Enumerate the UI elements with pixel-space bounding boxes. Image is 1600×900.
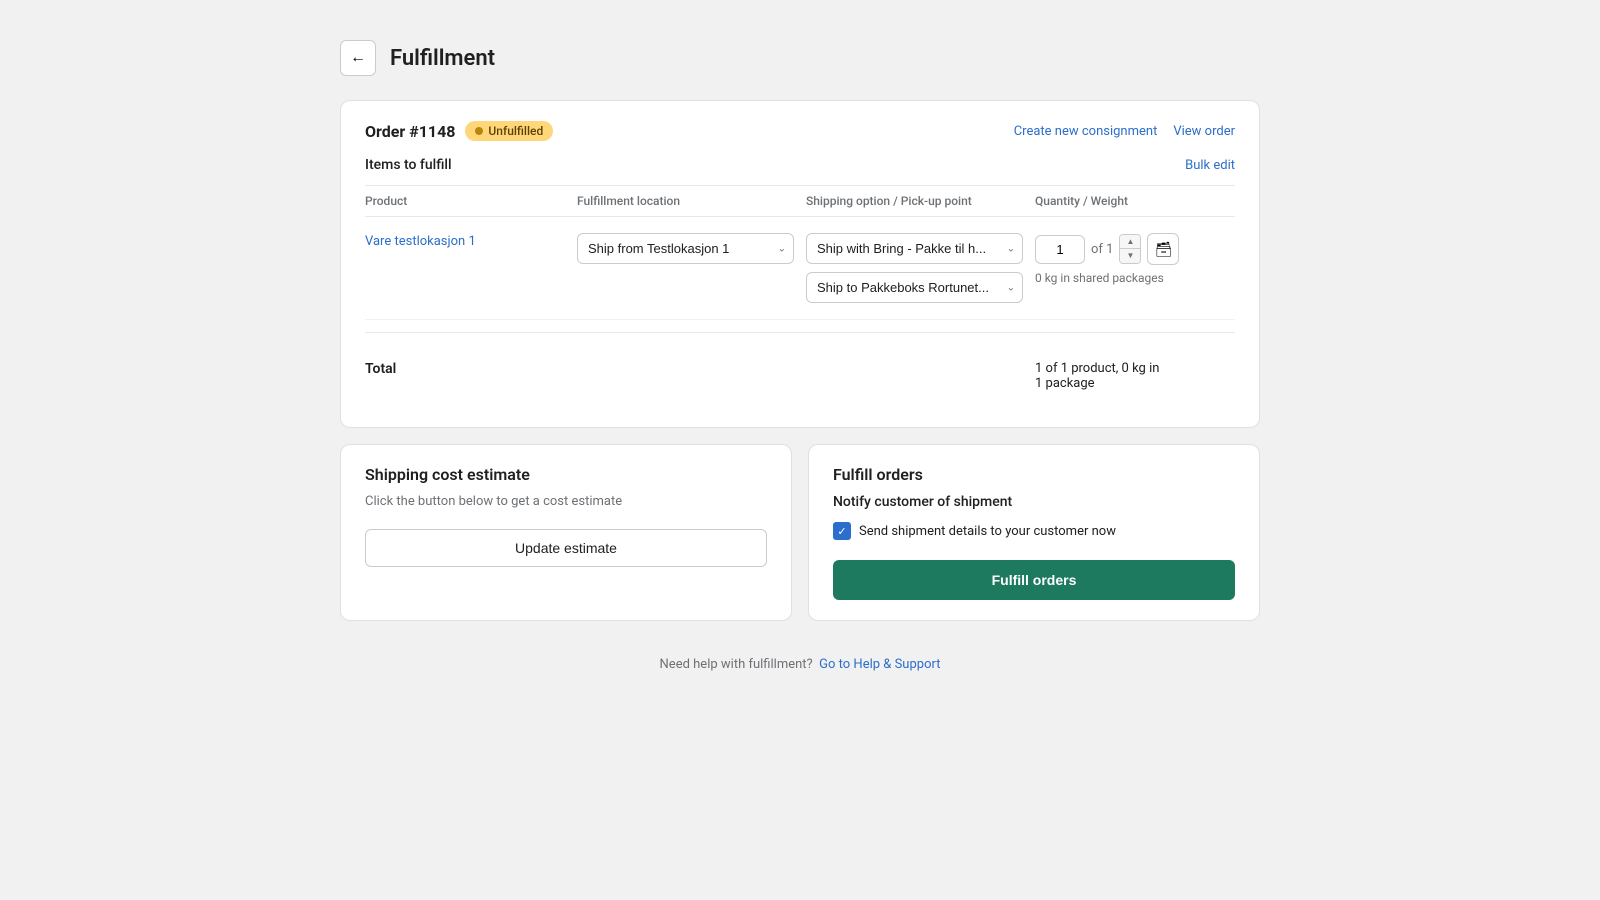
fulfillment-location-cell: Ship from Testlokasjon 1 ⌄ [577,233,794,264]
notify-checkbox-label: Send shipment details to your customer n… [859,524,1116,539]
notify-checkbox[interactable]: ✓ [833,522,851,540]
col-fulfillment-location: Fulfillment location [577,194,794,208]
page-header: ← Fulfillment [340,40,1260,76]
view-order-link[interactable]: View order [1173,124,1235,139]
kg-text: 0 kg in shared packages [1035,271,1235,285]
badge-dot-icon [475,127,483,135]
footer-help: Need help with fulfillment? Go to Help &… [340,657,1260,672]
product-link[interactable]: Vare testlokasjon 1 [365,234,476,249]
col-quantity-weight: Quantity / Weight [1035,194,1235,208]
ship-to-select-wrapper: Ship to Pakkeboks Rortunet... ⌄ [806,272,1023,303]
total-label: Total [365,361,565,391]
of-text: of 1 [1091,242,1113,257]
bottom-cards: Shipping cost estimate Click the button … [340,444,1260,637]
product-cell: Vare testlokasjon 1 [365,233,565,249]
quantity-input[interactable] [1035,235,1085,264]
total-row: Total 1 of 1 product, 0 kg in1 package [365,345,1235,407]
divider [365,332,1235,333]
items-label: Items to fulfill [365,157,452,173]
shipping-option-select[interactable]: Ship with Bring - Pakke til h... [806,233,1023,264]
shipping-cost-title: Shipping cost estimate [365,465,767,484]
shipping-option-select-wrapper: Ship with Bring - Pakke til h... ⌄ [806,233,1023,264]
fulfillment-location-select-wrapper: Ship from Testlokasjon 1 ⌄ [577,233,794,264]
col-shipping-option: Shipping option / Pick-up point [806,194,1023,208]
shipping-cost-description: Click the button below to get a cost est… [365,494,767,509]
table-row: Vare testlokasjon 1 Ship from Testlokasj… [365,217,1235,320]
table-header: Product Fulfillment location Shipping op… [365,185,1235,217]
order-number: Order #1148 [365,122,455,141]
quantity-row: of 1 ▲ ▼ 🗃 [1035,233,1235,265]
page-title: Fulfillment [390,46,495,71]
quantity-spinner: ▲ ▼ [1119,234,1141,264]
notify-checkbox-row: ✓ Send shipment details to your customer… [833,522,1235,540]
shipping-cost-card: Shipping cost estimate Click the button … [340,444,792,621]
create-consignment-link[interactable]: Create new consignment [1014,124,1158,139]
shipping-options-cell: Ship with Bring - Pakke til h... ⌄ Ship … [806,233,1023,303]
notify-label: Notify customer of shipment [833,494,1235,510]
spinner-down-button[interactable]: ▼ [1120,249,1140,263]
spinner-up-button[interactable]: ▲ [1120,235,1140,249]
fulfillment-location-select[interactable]: Ship from Testlokasjon 1 [577,233,794,264]
back-button[interactable]: ← [340,40,376,76]
package-icon: 🗃 [1155,241,1173,258]
items-header: Items to fulfill Bulk edit [365,157,1235,173]
order-header-right: Create new consignment View order [1014,124,1235,139]
order-card: Order #1148 Unfulfilled Create new consi… [340,100,1260,428]
fulfill-orders-button[interactable]: Fulfill orders [833,560,1235,600]
order-header: Order #1148 Unfulfilled Create new consi… [365,121,1235,141]
quantity-cell: of 1 ▲ ▼ 🗃 0 kg in shared packages [1035,233,1235,285]
fulfill-orders-card: Fulfill orders Notify customer of shipme… [808,444,1260,621]
package-icon-button[interactable]: 🗃 [1147,233,1179,265]
ship-to-select[interactable]: Ship to Pakkeboks Rortunet... [806,272,1023,303]
bulk-edit-link[interactable]: Bulk edit [1185,158,1235,173]
col-product: Product [365,194,565,208]
total-value: 1 of 1 product, 0 kg in1 package [1035,361,1235,391]
fulfill-orders-title: Fulfill orders [833,465,1235,484]
status-badge: Unfulfilled [465,121,553,141]
help-support-link[interactable]: Go to Help & Support [819,657,940,672]
order-header-left: Order #1148 Unfulfilled [365,121,553,141]
update-estimate-button[interactable]: Update estimate [365,529,767,567]
footer-help-text: Need help with fulfillment? [660,657,813,672]
